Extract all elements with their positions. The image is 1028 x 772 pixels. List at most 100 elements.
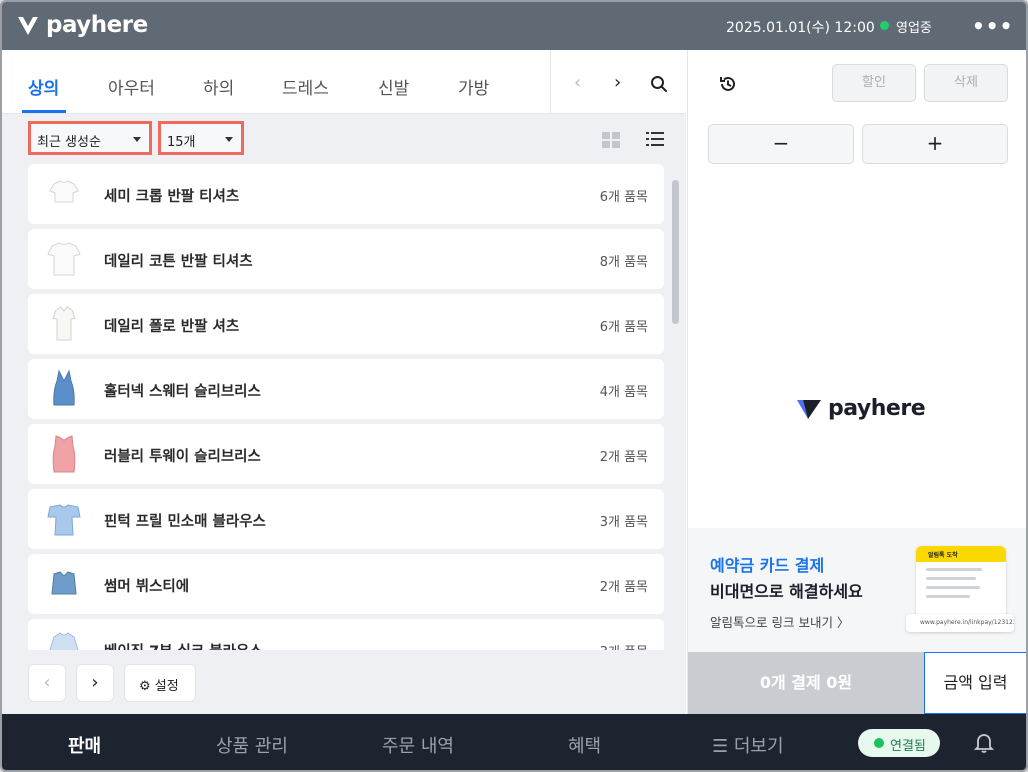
header-logo: payhere xyxy=(16,12,148,38)
chevron-down-icon xyxy=(133,137,141,142)
settings-label: 설정 xyxy=(154,679,179,694)
bustier-icon xyxy=(51,571,77,595)
page-size-select[interactable]: 15개 xyxy=(158,121,244,155)
grid-view-icon[interactable] xyxy=(602,132,620,148)
tab-tops[interactable]: 상의 xyxy=(28,74,59,99)
product-variant-count: 3개 품목 xyxy=(600,641,648,650)
discount-button[interactable]: 할인 xyxy=(832,64,916,102)
link-preview-url: www.payhere.in/linkpay/123123 xyxy=(906,614,1014,632)
page-size-value: 15개 xyxy=(167,135,196,150)
promo-title: 예약금 카드 결제 xyxy=(710,556,825,575)
pay-summary-button[interactable]: 0개 결제 0원 xyxy=(688,652,924,714)
frill-blouse-icon xyxy=(47,504,81,536)
more-icon[interactable]: ••• xyxy=(972,14,1013,38)
cart-empty-logo: payhere xyxy=(796,396,926,421)
open-status-dot xyxy=(880,21,889,30)
list-item[interactable]: 세미 크롭 반팔 티셔츠 6개 품목 xyxy=(28,164,664,224)
product-variant-count: 6개 품목 xyxy=(599,190,648,205)
tab-bottoms[interactable]: 하의 xyxy=(203,74,234,99)
nav-more[interactable]: ☰ 더보기 xyxy=(712,732,784,758)
tab-prev-button[interactable]: ‹ xyxy=(574,72,581,93)
list-item[interactable]: 썸머 뷔스티에 2개 품목 xyxy=(28,554,664,614)
list-item[interactable]: 베이직 7부 실크 블라우스 3개 품목 xyxy=(28,619,664,650)
product-name: 세미 크롭 반팔 티셔츠 xyxy=(104,189,240,205)
payhere-logo-icon xyxy=(797,399,821,419)
product-pane: 상의 아우터 하의 드레스 신발 가방 ‹ › 최근 생성순 15개 세미 크롭… xyxy=(2,50,686,714)
tab-bags[interactable]: 가방 xyxy=(458,74,489,99)
increase-quantity-button[interactable]: + xyxy=(862,124,1008,164)
preview-line xyxy=(926,586,980,589)
connection-status-badge: 연결됨 xyxy=(858,729,940,757)
category-tabs: 상의 아우터 하의 드레스 신발 가방 ‹ › xyxy=(2,50,686,114)
product-name: 썸머 뷔스티에 xyxy=(104,579,190,595)
product-variant-count: 8개 품목 xyxy=(599,255,648,270)
cart-pane: 할인 삭제 − + payhere 예약금 카드 결제 비대면으로 해결하세요 … xyxy=(687,50,1026,714)
product-name: 러블리 투웨이 슬리브리스 xyxy=(104,449,261,465)
preview-line xyxy=(926,577,976,580)
logo-text: payhere xyxy=(46,12,148,38)
sort-select[interactable]: 최근 생성순 xyxy=(28,121,152,155)
polo-shirt-icon xyxy=(52,306,76,341)
product-name: 홀터넥 스웨터 슬리브리스 xyxy=(104,384,261,400)
product-variant-count: 3개 품목 xyxy=(599,515,648,530)
nav-benefits[interactable]: 혜택 xyxy=(568,732,601,758)
amount-input-button[interactable]: 금액 입력 xyxy=(924,652,1026,714)
history-icon[interactable] xyxy=(718,74,738,94)
product-name: 데일리 폴로 반팔 셔츠 xyxy=(104,319,240,335)
product-name: 데일리 코튼 반팔 티셔츠 xyxy=(104,254,253,270)
nav-order-history[interactable]: 주문 내역 xyxy=(382,732,454,758)
app-window: payhere 2025.01.01(수) 12:00 영업중 ••• 상의 아… xyxy=(0,0,1028,772)
tshirt-icon xyxy=(49,180,79,203)
connected-dot xyxy=(874,738,884,748)
list-view-icon[interactable] xyxy=(646,130,664,148)
settings-button[interactable]: ⚙ 설정 xyxy=(124,664,196,702)
sort-select-value: 최근 생성순 xyxy=(37,135,101,150)
preview-line xyxy=(926,568,982,571)
search-icon[interactable] xyxy=(650,75,668,93)
active-tab-indicator xyxy=(22,110,66,113)
delete-button[interactable]: 삭제 xyxy=(924,64,1008,102)
sleeveless-top-icon xyxy=(52,435,76,473)
tshirt-icon xyxy=(47,242,81,276)
list-item[interactable]: 데일리 코튼 반팔 티셔츠 8개 품목 xyxy=(28,229,664,289)
nav-product-management[interactable]: 상품 관리 xyxy=(216,732,288,758)
product-list: 세미 크롭 반팔 티셔츠 6개 품목 데일리 코튼 반팔 티셔츠 8개 품목 데… xyxy=(28,162,664,650)
list-item[interactable]: 데일리 폴로 반팔 셔츠 6개 품목 xyxy=(28,294,664,354)
tab-shoes[interactable]: 신발 xyxy=(378,74,409,99)
product-name: 베이직 7부 실크 블라우스 xyxy=(104,640,263,650)
page-next-button[interactable]: › xyxy=(76,664,114,702)
page-prev-button[interactable]: ‹ xyxy=(28,664,66,702)
product-variant-count: 6개 품목 xyxy=(599,320,648,335)
tab-next-button[interactable]: › xyxy=(614,72,621,93)
gear-icon: ⚙ xyxy=(139,679,151,694)
product-variant-count: 2개 품목 xyxy=(599,450,648,465)
chevron-down-icon xyxy=(225,137,233,142)
promo-banner[interactable]: 예약금 카드 결제 비대면으로 해결하세요 알림톡으로 링크 보내기 〉 알림톡… xyxy=(688,528,1026,652)
decrease-quantity-button[interactable]: − xyxy=(708,124,854,164)
bottom-nav: 판매 상품 관리 주문 내역 혜택 ☰ 더보기 연결됨 xyxy=(2,714,1026,770)
connection-label: 연결됨 xyxy=(890,739,926,754)
list-item[interactable]: 핀턱 프릴 민소매 블라우스 3개 품목 xyxy=(28,489,664,549)
product-list-scrollbar[interactable] xyxy=(672,180,679,324)
tab-outer[interactable]: 아우터 xyxy=(108,74,155,99)
list-item[interactable]: 홀터넥 스웨터 슬리브리스 4개 품목 xyxy=(28,359,664,419)
message-header: 알림톡 도착 xyxy=(916,546,1006,562)
tab-dresses[interactable]: 드레스 xyxy=(282,74,329,99)
list-item[interactable]: 러블리 투웨이 슬리브리스 2개 품목 xyxy=(28,424,664,484)
bell-icon[interactable] xyxy=(974,732,994,754)
halter-top-icon xyxy=(53,369,75,406)
silk-blouse-icon xyxy=(49,632,79,650)
product-variant-count: 4개 품목 xyxy=(599,385,648,400)
current-datetime: 2025.01.01(수) 12:00 xyxy=(726,20,875,36)
product-name: 핀턱 프릴 민소매 블라우스 xyxy=(104,514,266,530)
preview-line xyxy=(926,595,970,598)
center-logo-text: payhere xyxy=(828,396,926,421)
tabs-divider xyxy=(550,50,551,114)
product-variant-count: 2개 품목 xyxy=(599,580,648,595)
promo-subtitle: 비대면으로 해결하세요 xyxy=(710,582,863,601)
promo-link[interactable]: 알림톡으로 링크 보내기 〉 xyxy=(710,612,849,631)
nav-sales[interactable]: 판매 xyxy=(68,732,101,758)
top-bar: payhere 2025.01.01(수) 12:00 영업중 ••• xyxy=(2,2,1026,50)
store-status: 영업중 xyxy=(896,21,932,36)
payhere-logo-icon xyxy=(18,17,38,35)
